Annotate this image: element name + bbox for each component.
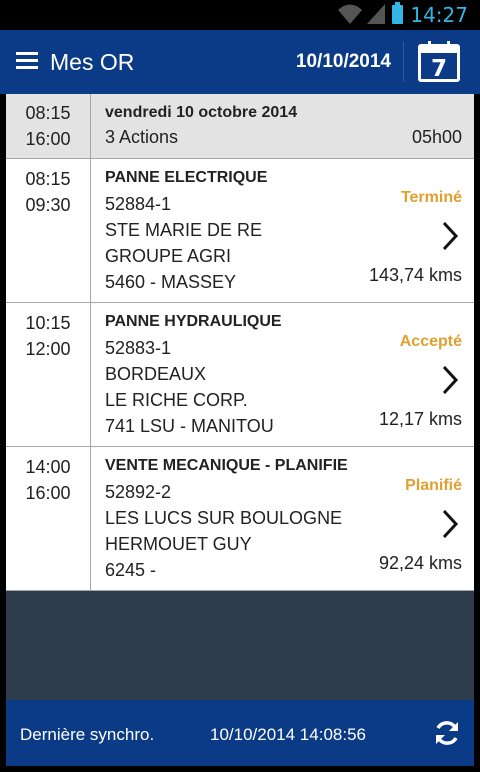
job-start-time: 14:00 [25,457,71,477]
day-header-row: 08:15 16:00 vendredi 10 octobre 2014 3 A… [6,94,474,159]
sync-icon[interactable] [432,718,462,748]
job-status: Terminé [400,189,462,206]
chevron-right-icon[interactable] [440,365,460,395]
day-actions-count: 3 Actions [105,127,179,147]
wifi-icon [338,4,362,24]
job-row[interactable]: 08:15 09:30 PANNE ELECTRIQUE 52884-1 STE… [6,159,474,303]
job-title: PANNE HYDRAULIQUE [105,313,282,330]
day-duration: 05h00 [411,127,462,147]
job-location: BORDEAUX [105,364,207,384]
status-bar: 14:27 [0,0,480,30]
job-status: Planifié [405,477,462,494]
job-start-time: 08:15 [25,169,71,189]
job-title: PANNE ELECTRIQUE [105,169,268,186]
page-title: Mes OR [50,49,135,75]
sync-footer: Dernière synchro. 10/10/2014 14:08:56 [6,700,474,766]
day-start-time: 08:15 [25,103,71,123]
battery-icon [392,2,403,24]
job-row[interactable]: 10:15 12:00 PANNE HYDRAULIQUE 52883-1 BO… [6,303,474,447]
sync-label: Dernière synchro. [20,725,155,744]
sync-datetime: 10/10/2014 14:08:56 [210,725,366,744]
job-end-time: 09:30 [25,195,71,215]
jobs-list: 08:15 16:00 vendredi 10 octobre 2014 3 A… [6,94,474,591]
app-bar: Mes OR 10/10/2014 7 [0,30,480,94]
chevron-right-icon[interactable] [440,509,460,539]
calendar-button[interactable]: 7 [418,39,460,83]
menu-icon[interactable] [16,52,38,70]
calendar-day: 7 [430,56,447,82]
job-title: VENTE MECANIQUE - PLANIFIE [105,457,348,474]
day-date-label: vendredi 10 octobre 2014 [105,104,298,121]
signal-icon [367,4,385,24]
day-times: 08:15 16:00 [6,94,91,158]
job-start-time: 10:15 [25,313,71,333]
job-end-time: 16:00 [25,483,71,503]
job-end-time: 12:00 [25,339,71,359]
header-date: 10/10/2014 [295,51,391,72]
day-end-time: 16:00 [25,129,71,149]
job-distance: 92,24 kms [378,553,462,573]
job-distance: 12,17 kms [378,409,462,429]
chevron-right-icon[interactable] [440,221,460,251]
calendar-icon: 7 [418,41,460,82]
header-divider [403,42,404,82]
job-location: LES LUCS SUR BOULOGNE [105,508,343,528]
job-location: STE MARIE DE RE [105,220,263,240]
job-row[interactable]: 14:00 16:00 VENTE MECANIQUE - PLANIFIE 5… [6,447,474,591]
job-distance: 143,74 kms [368,265,462,285]
status-time: 14:27 [410,3,468,27]
empty-list-area [6,591,474,700]
job-status: Accepté [399,333,462,350]
